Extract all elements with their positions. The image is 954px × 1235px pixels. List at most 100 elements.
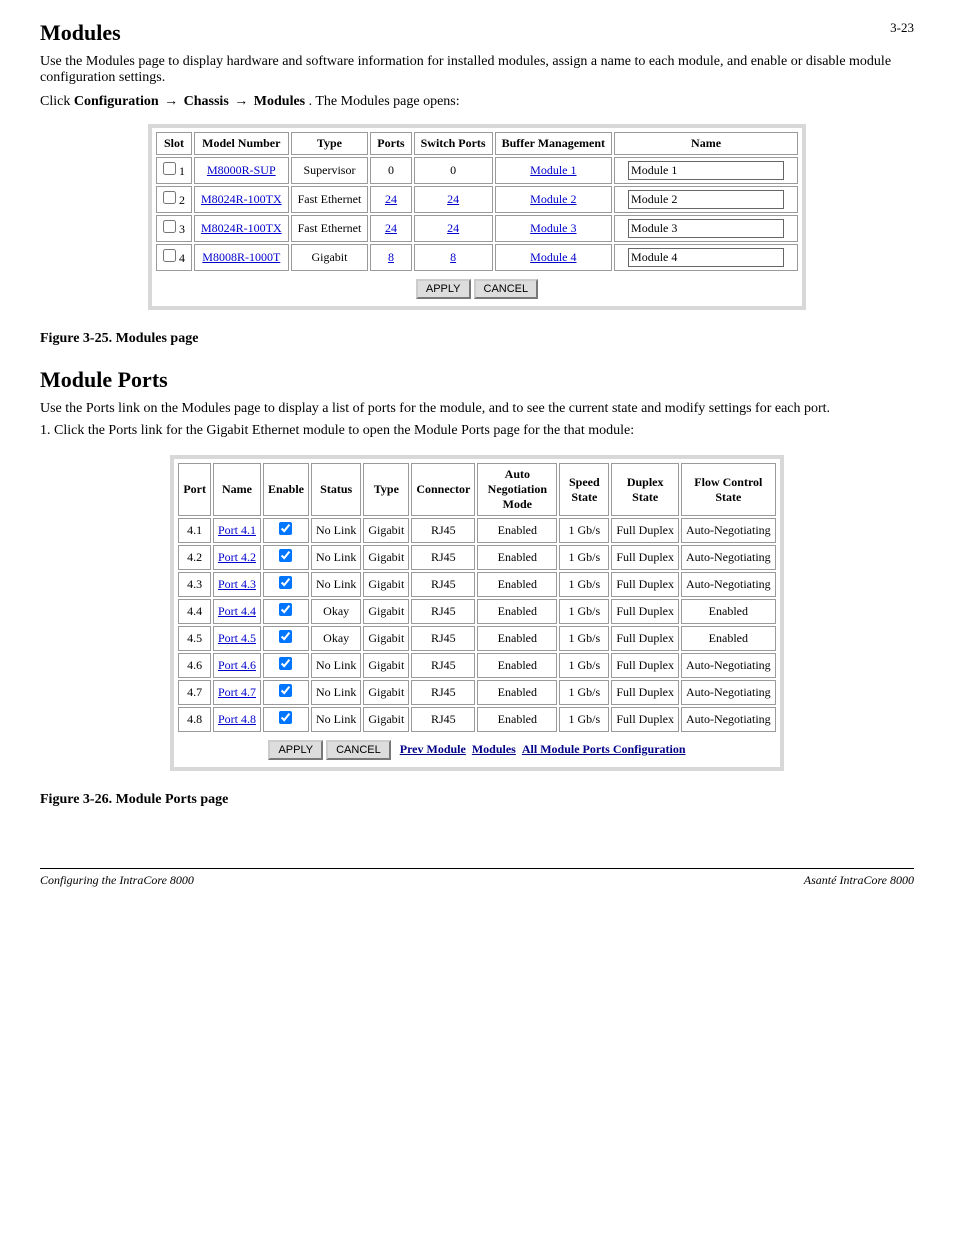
switch-ports-link[interactable]: 24 xyxy=(447,221,459,235)
name-field[interactable] xyxy=(628,219,784,238)
port-cell: 4.6 xyxy=(178,653,211,678)
module-ports-intro: Use the Ports link on the Modules page t… xyxy=(40,401,914,417)
name-field[interactable] xyxy=(628,248,784,267)
modules-link[interactable]: Modules xyxy=(472,742,516,756)
port-link[interactable]: Port 4.6 xyxy=(218,658,256,672)
col-model: Model Number xyxy=(194,132,289,155)
ports-link[interactable]: 24 xyxy=(385,192,397,206)
cancel-button[interactable]: CANCEL xyxy=(326,740,391,760)
flow-cell: Enabled xyxy=(681,599,776,624)
all-module-ports-link[interactable]: All Module Ports Configuration xyxy=(522,742,686,756)
slot-checkbox[interactable] xyxy=(163,220,176,233)
enable-checkbox[interactable] xyxy=(279,603,292,616)
flow-cell: Auto-Negotiating xyxy=(681,545,776,570)
flow-cell: Auto-Negotiating xyxy=(681,572,776,597)
model-link[interactable]: M8000R-SUP xyxy=(207,163,276,177)
buffer-link[interactable]: Module 2 xyxy=(530,192,576,206)
port-name-cell: Port 4.6 xyxy=(213,653,261,678)
enable-checkbox[interactable] xyxy=(279,549,292,562)
cancel-button[interactable]: CANCEL xyxy=(474,279,539,299)
name-field[interactable] xyxy=(628,161,784,180)
type-cell: Gigabit xyxy=(363,626,409,651)
speed-cell: 1 Gb/s xyxy=(559,653,609,678)
enable-checkbox[interactable] xyxy=(279,657,292,670)
enable-checkbox[interactable] xyxy=(279,684,292,697)
model-link[interactable]: M8008R-1000T xyxy=(202,250,280,264)
duplex-cell: Full Duplex xyxy=(611,599,679,624)
page-number: 3-23 xyxy=(890,20,914,36)
port-link[interactable]: Port 4.1 xyxy=(218,523,256,537)
enable-cell xyxy=(263,626,309,651)
buffer-cell: Module 3 xyxy=(495,215,612,242)
ports-table: Port Name Enable Status Type Connector A… xyxy=(176,461,777,765)
auto-cell: Enabled xyxy=(477,626,557,651)
port-link[interactable]: Port 4.3 xyxy=(218,577,256,591)
name-field[interactable] xyxy=(628,190,784,209)
slot-checkbox[interactable] xyxy=(163,249,176,262)
name-cell xyxy=(614,157,798,184)
duplex-cell: Full Duplex xyxy=(611,626,679,651)
pcol-type: Type xyxy=(363,463,409,516)
port-link[interactable]: Port 4.4 xyxy=(218,604,256,618)
port-cell: 4.1 xyxy=(178,518,211,543)
name-cell xyxy=(614,186,798,213)
port-link[interactable]: Port 4.7 xyxy=(218,685,256,699)
enable-checkbox[interactable] xyxy=(279,522,292,535)
table-row: 2M8024R-100TXFast Ethernet2424Module 2 xyxy=(156,186,798,213)
enable-checkbox[interactable] xyxy=(279,576,292,589)
breadcrumb-tail: . The Modules page opens: xyxy=(309,94,460,109)
port-cell: 4.4 xyxy=(178,599,211,624)
type-cell: Fast Ethernet xyxy=(291,186,369,213)
port-link[interactable]: Port 4.2 xyxy=(218,550,256,564)
heading-module-ports: Module Ports xyxy=(40,367,914,393)
modules-figure: Slot Model Number Type Ports Switch Port… xyxy=(148,124,806,310)
pcol-enable: Enable xyxy=(263,463,309,516)
ports-figure: Port Name Enable Status Type Connector A… xyxy=(170,455,783,771)
auto-cell: Enabled xyxy=(477,680,557,705)
modules-intro: Use the Modules page to display hardware… xyxy=(40,54,914,86)
apply-button[interactable]: APPLY xyxy=(416,279,471,299)
module-ports-step1: 1. Click the Ports link for the Gigabit … xyxy=(40,423,914,439)
ports-link[interactable]: 24 xyxy=(385,221,397,235)
breadcrumb-part-1: Configuration xyxy=(74,94,159,109)
col-switch-ports: Switch Ports xyxy=(414,132,493,155)
model-link[interactable]: M8024R-100TX xyxy=(201,192,282,206)
buffer-link[interactable]: Module 1 xyxy=(530,163,576,177)
ports-cell: 8 xyxy=(370,244,411,271)
slot-checkbox[interactable] xyxy=(163,162,176,175)
switch-ports-link[interactable]: 24 xyxy=(447,192,459,206)
enable-checkbox[interactable] xyxy=(279,630,292,643)
connector-cell: RJ45 xyxy=(411,572,475,597)
col-ports: Ports xyxy=(370,132,411,155)
port-link[interactable]: Port 4.5 xyxy=(218,631,256,645)
duplex-cell: Full Duplex xyxy=(611,680,679,705)
figure-label-modules: Figure 3-25. Modules page xyxy=(40,331,914,347)
apply-button[interactable]: APPLY xyxy=(268,740,323,760)
switch-ports-cell: 0 xyxy=(414,157,493,184)
prev-module-link[interactable]: Prev Module xyxy=(400,742,466,756)
type-cell: Gigabit xyxy=(363,707,409,732)
enable-checkbox[interactable] xyxy=(279,711,292,724)
slot-checkbox[interactable] xyxy=(163,191,176,204)
enable-cell xyxy=(263,653,309,678)
connector-cell: RJ45 xyxy=(411,680,475,705)
buffer-link[interactable]: Module 3 xyxy=(530,221,576,235)
port-cell: 4.3 xyxy=(178,572,211,597)
flow-cell: Auto-Negotiating xyxy=(681,680,776,705)
duplex-cell: Full Duplex xyxy=(611,707,679,732)
switch-ports-link[interactable]: 8 xyxy=(450,250,456,264)
table-row: 4.8Port 4.8No LinkGigabitRJ45Enabled1 Gb… xyxy=(178,707,775,732)
enable-cell xyxy=(263,680,309,705)
buffer-link[interactable]: Module 4 xyxy=(530,250,576,264)
duplex-cell: Full Duplex xyxy=(611,545,679,570)
model-link[interactable]: M8024R-100TX xyxy=(201,221,282,235)
pcol-duplex: Duplex State xyxy=(611,463,679,516)
status-cell: Okay xyxy=(311,599,361,624)
port-link[interactable]: Port 4.8 xyxy=(218,712,256,726)
ports-link[interactable]: 8 xyxy=(388,250,394,264)
enable-cell xyxy=(263,545,309,570)
slot-cell: 4 xyxy=(156,244,192,271)
type-cell: Fast Ethernet xyxy=(291,215,369,242)
name-cell xyxy=(614,244,798,271)
flow-cell: Enabled xyxy=(681,626,776,651)
